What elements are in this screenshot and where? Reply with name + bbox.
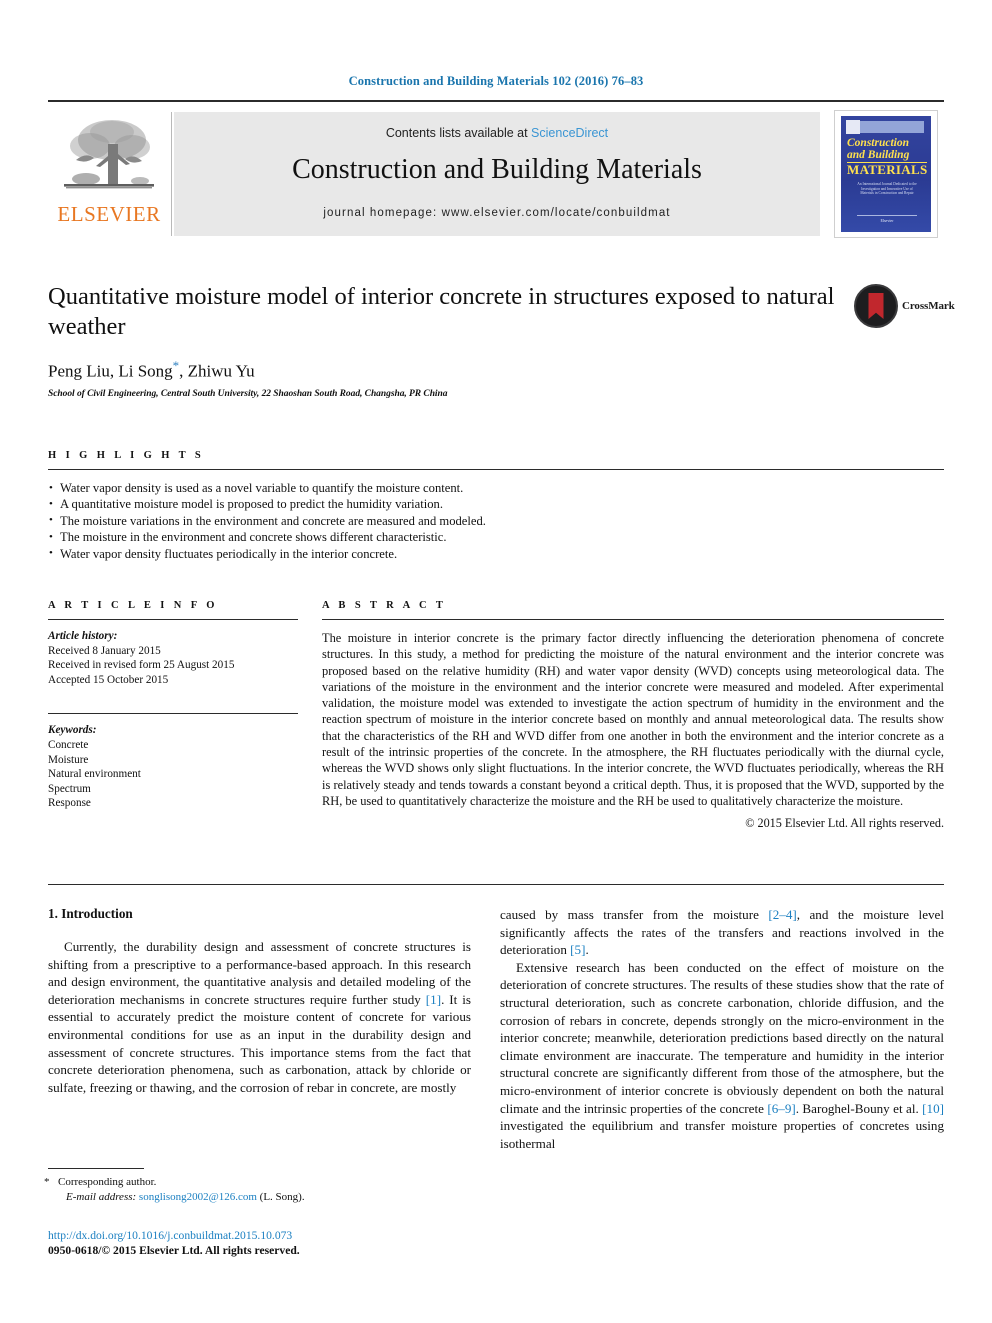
abstract-text: The moisture in interior concrete is the… [322,631,944,808]
journal-cover-thumbnail[interactable]: Construction and Building MATERIALS An I… [834,110,938,238]
journal-homepage-link[interactable]: journal homepage: www.elsevier.com/locat… [174,207,820,219]
list-item: The moisture in the environment and conc… [48,529,944,546]
contents-available-line: Contents lists available at ScienceDirec… [174,126,820,140]
citation-link[interactable]: [2–4] [768,907,796,922]
citation-link[interactable]: [10] [922,1101,944,1116]
paragraph: Currently, the durability design and ass… [48,938,471,1096]
body-column-right: caused by mass transfer from the moistur… [500,906,944,1152]
elsevier-tree-icon [64,120,154,189]
keyword-item: Concrete [48,738,89,751]
author-list: Peng Liu, Li Song*, Zhiwu Yu [48,358,944,382]
crossmark-icon [854,284,898,328]
paragraph-text-cont: . Baroghel-Bouny et al. [795,1100,923,1116]
highlights-list: Water vapor density is used as a novel v… [48,479,944,562]
doi-block: http://dx.doi.org/10.1016/j.conbuildmat.… [48,1228,488,1258]
accepted-date: Accepted 15 October 2015 [48,673,169,686]
paragraph-text-end: investigated the equilibrium and transfe… [500,1118,944,1151]
author-names: Peng Liu, Li Song [48,361,173,381]
paragraph: Extensive research has been conducted on… [500,959,944,1153]
cover-title-line-2: and Building [847,149,910,161]
journal-title: Construction and Building Materials [292,154,702,185]
corresponding-author-text: Corresponding author. [58,1176,157,1188]
footnote-block: * Corresponding author. E-mail address: … [44,1168,471,1205]
paragraph-text: Extensive research has been conducted on… [500,959,944,1116]
article-info-section: A R T I C L E I N F O Article history: R… [48,600,298,811]
list-item: A quantitative moisture model is propose… [48,496,944,513]
highlights-heading: H I G H L I G H T S [48,450,205,461]
abstract-copyright: © 2015 Elsevier Ltd. All rights reserved… [745,816,944,831]
keyword-item: Spectrum [48,782,91,795]
abstract-divider [322,619,944,620]
paragraph-text: Currently, the durability design and ass… [48,939,471,1007]
email-label: E-mail address: [66,1190,137,1203]
citation-link[interactable]: [5] [570,942,585,957]
elsevier-logo: ELSEVIER [50,112,172,236]
elsevier-wordmark: ELSEVIER [57,202,161,226]
keyword-item: Response [48,797,91,810]
email-owner: (L. Song). [259,1190,305,1203]
abstract-heading: A B S T R A C T [322,600,447,611]
article-info-heading: A R T I C L E I N F O [48,600,218,611]
highlights-divider [48,469,944,470]
doi-link[interactable]: http://dx.doi.org/10.1016/j.conbuildmat.… [48,1228,488,1243]
cover-title-line-1: Construction [847,137,909,149]
article-info-divider [48,619,298,620]
crossmark-label: CrossMark [902,300,955,312]
email-note: E-mail address: songlisong2002@126.com (… [48,1190,471,1205]
contents-prefix: Contents lists available at [385,126,532,140]
paper-page: Construction and Building Materials 102 … [0,0,992,1323]
abstract-section: A B S T R A C T The moisture in interior… [322,600,944,831]
cover-footer: Elsevier [857,215,917,223]
highlights-section: H I G H L I G H T S Water vapor density … [48,450,944,562]
keywords-divider [48,713,298,715]
paragraph-text-end: . [585,942,589,958]
received-date: Received 8 January 2015 [48,644,161,657]
list-item: Water vapor density is used as a novel v… [48,479,944,496]
affiliation: School of Civil Engineering, Central Sou… [48,388,448,399]
keywords-block: Keywords: Concrete Moisture Natural envi… [48,713,298,811]
paragraph-text: caused by mass transfer from the moistur… [500,907,769,922]
crossmark-badge[interactable]: CrossMark [854,284,955,336]
cover-blurb: An International Journal Dedicated to th… [857,182,917,196]
keyword-item: Moisture [48,753,89,766]
title-block: Quantitative moisture model of interior … [48,282,955,399]
cover-elsevier-mark-icon [846,120,860,134]
email-link[interactable]: songlisong2002@126.com [139,1191,257,1203]
abstract-bottom-divider [48,884,944,885]
author-names-rest: , Zhiwu Yu [179,361,255,381]
citation-link[interactable]: [1] [426,992,441,1007]
article-title: Quantitative moisture model of interior … [48,283,835,340]
paragraph-text-cont: . It is essential to accurately predict … [48,991,471,1095]
running-head: Construction and Building Materials 102 … [348,74,644,88]
journal-masthead: ELSEVIER Contents lists available at Sci… [48,100,944,240]
asterisk-icon: * [44,1176,50,1188]
sciencedirect-link[interactable]: ScienceDirect [531,126,608,140]
citation-link[interactable]: [6–9] [767,1101,795,1116]
journal-band: Contents lists available at ScienceDirec… [174,112,820,236]
paragraph: caused by mass transfer from the moistur… [500,906,944,959]
body-column-left: 1. Introduction Currently, the durabilit… [48,906,471,1096]
corresponding-author-note: * Corresponding author. [44,1175,471,1190]
keywords-label: Keywords: [48,724,97,737]
keyword-item: Natural environment [48,768,141,781]
issn-copyright: 0950-0618/© 2015 Elsevier Ltd. All right… [48,1244,300,1257]
article-history-block: Article history: Received 8 January 2015… [48,629,298,687]
revised-date: Received in revised form 25 August 2015 [48,659,235,672]
list-item: The moisture variations in the environme… [48,512,944,529]
list-item: Water vapor density fluctuates periodica… [48,545,944,562]
article-history-label: Article history: [48,630,118,642]
cover-title-line-3: MATERIALS [847,162,928,177]
footnote-divider [48,1168,144,1169]
section-heading-introduction: 1. Introduction [48,906,133,921]
